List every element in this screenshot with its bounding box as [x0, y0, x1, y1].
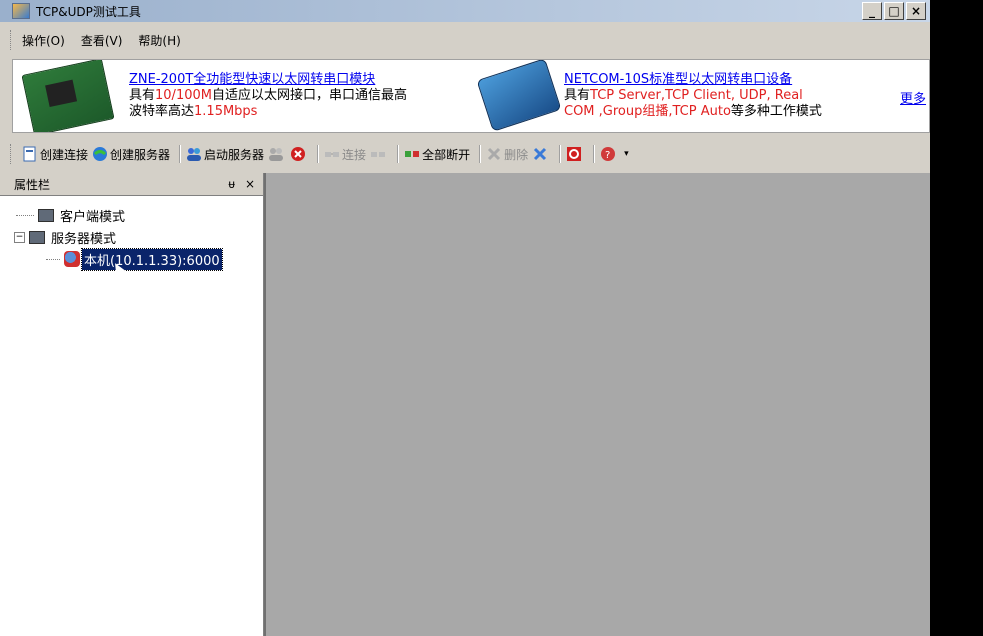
toolbar-separator [397, 145, 400, 163]
toolbar-separator [593, 145, 596, 163]
ad2-text-2: 等多种工作模式 [730, 104, 822, 119]
computer-icon [29, 230, 45, 244]
tree-line [46, 258, 60, 260]
computer-icon [38, 208, 54, 222]
server-mode-label: 服务器模式 [51, 231, 117, 247]
menu-bar: 操作(O) 查看(V) 帮助(H) [0, 26, 930, 54]
tree-node-server-mode[interactable]: − 服务器模式 [0, 226, 263, 248]
connect-button[interactable]: 连接 [324, 146, 366, 163]
client-mode-label: 客户端模式 [60, 209, 126, 225]
collapse-toggle[interactable]: − [14, 231, 25, 243]
ad-netcom10s: NETCOM-10S标准型以太网转串口设备 具有TCP Server,TCP C… [564, 72, 864, 120]
module-image[interactable] [21, 60, 115, 132]
delete-button[interactable]: 删除 [486, 146, 528, 163]
ad-banner: ZNE-200T全功能型快速以太网转串口模块 具有10/100M自适应以太网接口… [12, 59, 930, 133]
stop-server-button[interactable] [268, 146, 286, 162]
close-button[interactable]: × [906, 2, 926, 20]
panel-close-icon[interactable]: × [245, 177, 255, 191]
window-title: TCP&UDP测试工具 [36, 4, 141, 19]
start-server-label: 启动服务器 [204, 147, 265, 162]
tree-line [16, 214, 34, 216]
app-icon [12, 3, 30, 19]
help-icon: ? [601, 147, 616, 161]
toolbar-separator [479, 145, 482, 163]
users-disabled-icon [269, 148, 284, 161]
property-panel: 属性栏 ᵾ × 客户端模式 − 服务器模式 本机(10.1.1.33):6000 [0, 173, 264, 636]
ad1-text-3: 波特率高达 [129, 104, 195, 119]
tree-node-server-item[interactable]: 本机(10.1.1.33):6000 [0, 247, 263, 271]
ad2-text: 具有 [564, 88, 591, 103]
more-link[interactable]: 更多 [900, 88, 926, 107]
panel-header: 属性栏 ᵾ × [0, 173, 263, 196]
create-server-button[interactable]: 创建服务器 [92, 146, 170, 163]
help-button[interactable]: ? [600, 146, 618, 162]
toolbar-overflow-icon[interactable]: ▾ [624, 149, 629, 159]
power-icon [567, 147, 582, 161]
create-connection-label: 创建连接 [40, 147, 89, 162]
users-icon [187, 148, 202, 161]
menubar-grip[interactable] [10, 30, 14, 50]
minimize-button[interactable]: _ [862, 2, 882, 20]
device-image[interactable] [476, 60, 562, 132]
disconnect-all-label: 全部断开 [422, 147, 471, 162]
title-bar[interactable]: TCP&UDP测试工具 _ □ × [0, 0, 930, 22]
ad1-text: 具有 [129, 88, 156, 103]
maximize-button[interactable]: □ [884, 2, 904, 20]
globe-icon [93, 147, 108, 161]
ad1-text-2: 自适应以太网接口，串口通信最高 [211, 88, 407, 103]
disconnect-button[interactable] [370, 146, 388, 162]
delete-all-icon [534, 147, 547, 161]
menu-operate[interactable]: 操作(O) [22, 32, 65, 49]
delete-all-button[interactable] [532, 146, 550, 162]
red-x-icon [291, 147, 306, 161]
ad-zne200t: ZNE-200T全功能型快速以太网转串口模块 具有10/100M自适应以太网接口… [129, 72, 459, 120]
panel-title: 属性栏 [14, 177, 51, 192]
main-window: TCP&UDP测试工具 _ □ × 操作(O) 查看(V) 帮助(H) ZNE-… [0, 0, 930, 636]
work-area[interactable] [264, 173, 930, 636]
tree-node-client-mode[interactable]: 客户端模式 [0, 204, 263, 226]
svg-text:?: ? [605, 150, 610, 161]
toolbar-separator [559, 145, 562, 163]
disconnect-all-icon [405, 151, 420, 157]
toolbar-grip[interactable] [10, 144, 14, 164]
ad1-red-text-2: 1.15Mbps [194, 104, 258, 119]
new-document-icon [23, 146, 36, 162]
ad2-red-text-2: COM ,Group组播,TCP Auto [564, 104, 731, 119]
connection-tree: 客户端模式 − 服务器模式 本机(10.1.1.33):6000 [0, 196, 263, 271]
start-server-button[interactable]: 启动服务器 [186, 146, 264, 163]
stop-button[interactable] [566, 146, 584, 162]
toolbar-separator [179, 145, 182, 163]
toolbar-separator [317, 145, 320, 163]
delete-label: 删除 [504, 147, 529, 162]
ad1-red-text: 10/100M [155, 88, 212, 103]
ad-netcom10s-link[interactable]: NETCOM-10S标准型以太网转串口设备 [564, 72, 864, 88]
create-server-label: 创建服务器 [110, 147, 171, 162]
toolbar: 创建连接 创建服务器 启动服务器 连接 全部断开 删除 ? ▾ [0, 138, 930, 170]
menu-view[interactable]: 查看(V) [81, 32, 123, 49]
server-item-label: 本机(10.1.1.33):6000 [81, 247, 223, 271]
disconnect-all-button[interactable]: 全部断开 [404, 146, 470, 163]
ad-zne200t-link[interactable]: ZNE-200T全功能型快速以太网转串口模块 [129, 72, 459, 88]
create-connection-button[interactable]: 创建连接 [22, 146, 88, 163]
disconnect-icon [371, 152, 386, 157]
menu-help[interactable]: 帮助(H) [138, 32, 180, 49]
delete-icon [488, 147, 501, 161]
server-icon [64, 251, 80, 267]
delete-server-button[interactable] [290, 146, 308, 162]
connect-label: 连接 [342, 147, 367, 162]
pin-icon[interactable]: ᵾ [228, 177, 235, 191]
ad2-red-text: TCP Server,TCP Client, UDP, Real [590, 88, 803, 103]
connect-icon [325, 152, 340, 157]
